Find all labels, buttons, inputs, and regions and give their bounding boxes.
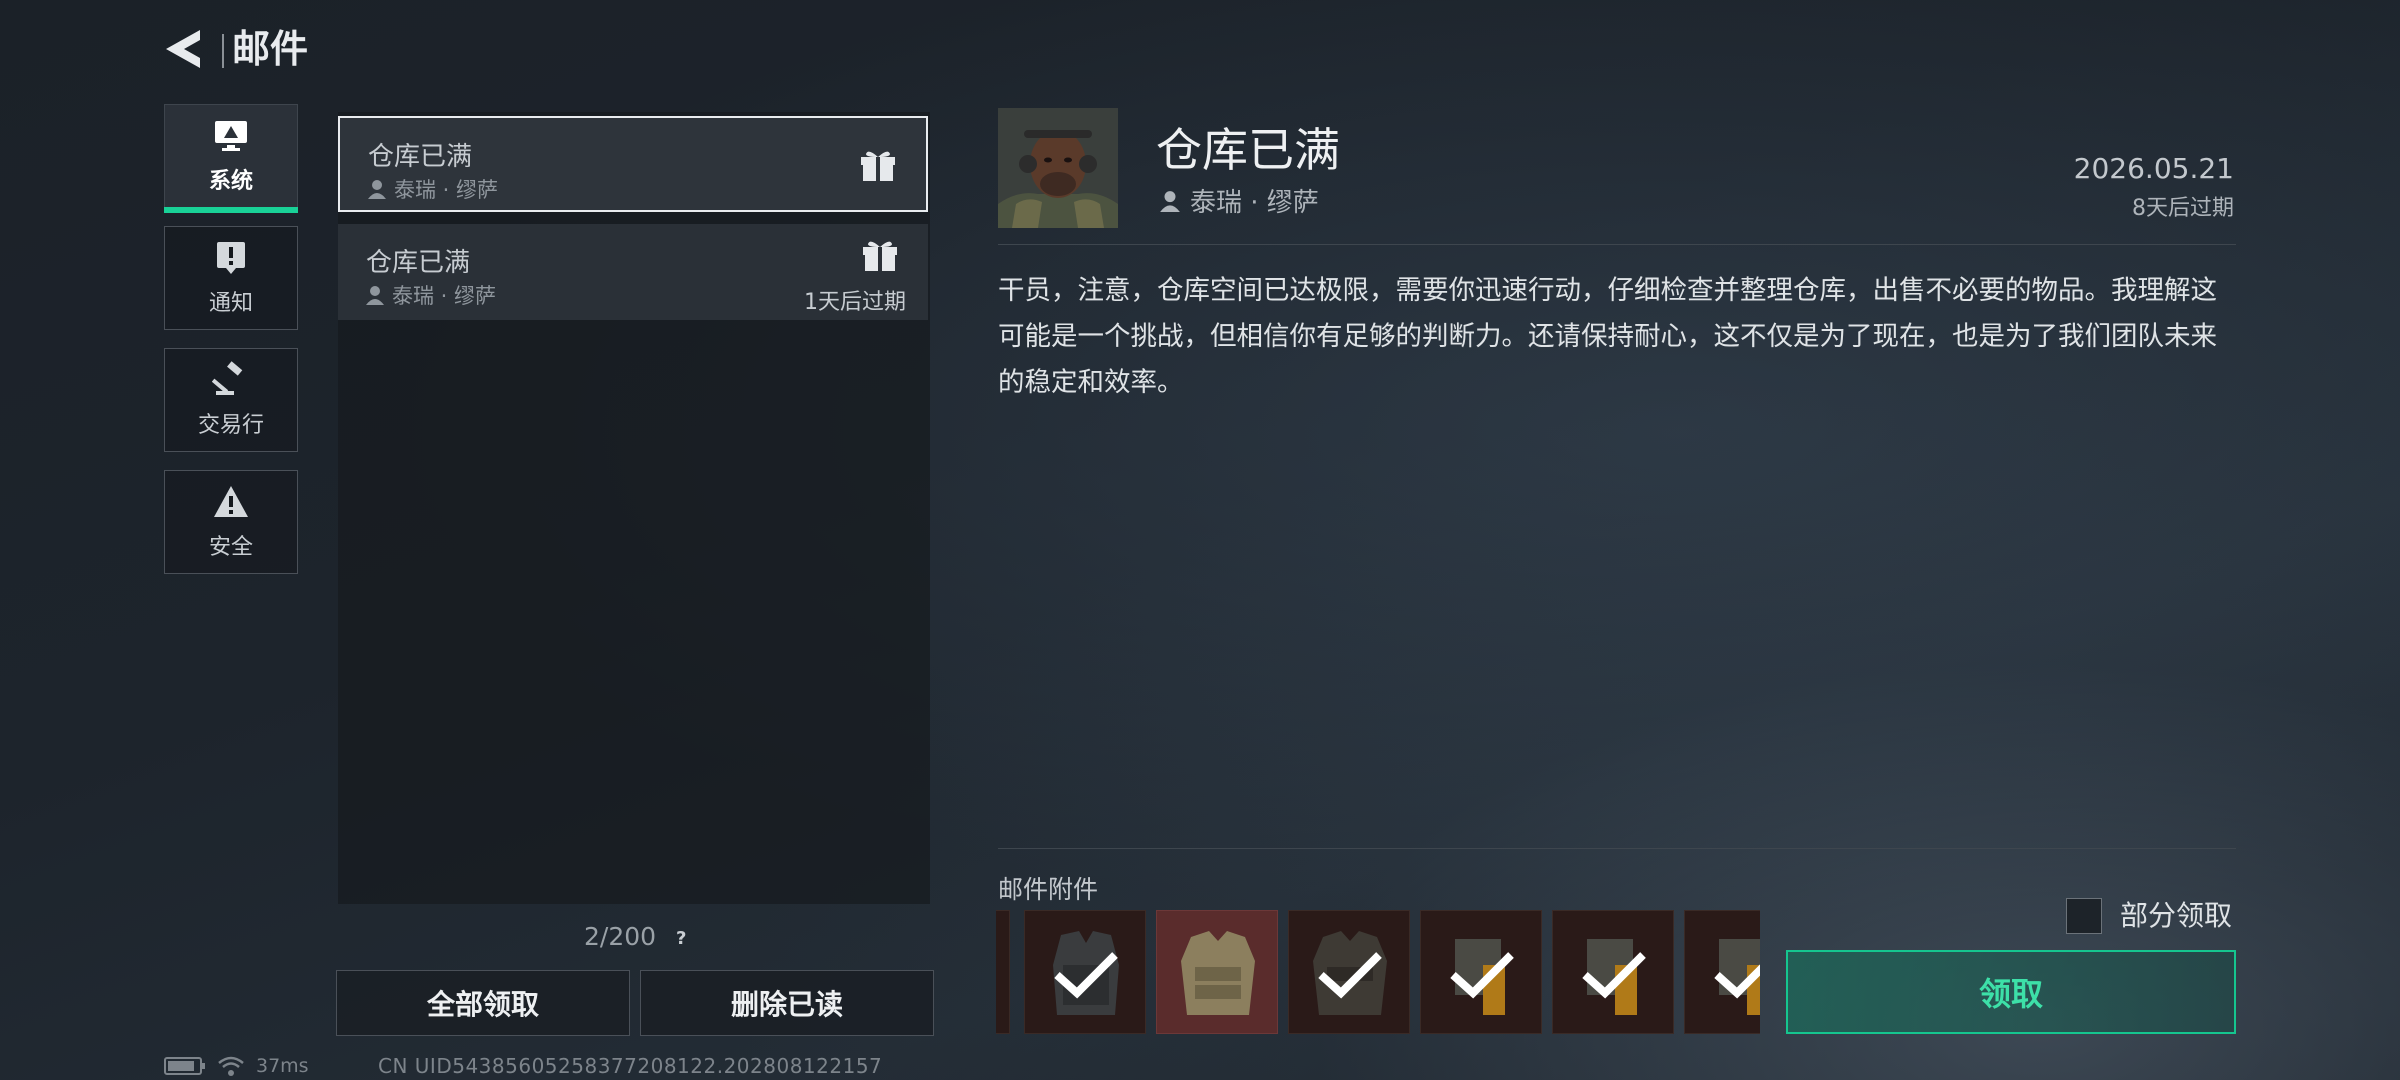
mail-item-title: 仓库已满	[368, 142, 473, 172]
person-icon	[368, 180, 386, 199]
detail-divider	[998, 244, 2236, 245]
partial-claim-label: 部分领取	[2120, 899, 2233, 932]
detail-sender-name: 泰瑞 · 缪萨	[1190, 188, 1319, 218]
mail-item-sender-name: 泰瑞 · 缪萨	[392, 284, 497, 308]
gift-icon	[863, 241, 897, 271]
detail-expiry: 8天后过期	[2132, 196, 2234, 221]
mail-list-item[interactable]: 仓库已满 泰瑞 · 缪萨	[338, 116, 928, 212]
delete-read-button[interactable]: 删除已读	[640, 970, 934, 1036]
gavel-icon	[212, 361, 243, 395]
tab-notice[interactable]: 通知	[164, 226, 298, 330]
detail-date: 2026.05.21	[2073, 152, 2234, 185]
mail-item-title: 仓库已满	[366, 248, 471, 278]
partial-claim-checkbox[interactable]	[2066, 898, 2102, 934]
attachment-slot[interactable]	[1156, 910, 1278, 1034]
tab-trading[interactable]: 交易行	[164, 348, 298, 452]
detail-sender: 泰瑞 · 缪萨	[1160, 182, 1319, 219]
armor-plate-icon	[1181, 931, 1255, 1015]
claim-button[interactable]: 领取	[1786, 950, 2236, 1034]
claim-all-button[interactable]: 全部领取	[336, 970, 630, 1036]
person-icon	[1160, 190, 1180, 212]
tab-system[interactable]: 系统	[164, 104, 298, 213]
attachment-slot[interactable]	[996, 910, 1010, 1034]
check-icon	[1054, 952, 1118, 999]
status-bar: 37ms	[164, 1052, 309, 1080]
tab-label: 安全	[208, 535, 253, 560]
warning-triangle-icon	[214, 486, 248, 517]
detail-body: 干员，注意，仓库空间已达极限，需要你迅速行动，仔细检查并整理仓库，出售不必要的物…	[998, 275, 2217, 398]
attachments-strip[interactable]	[996, 910, 1760, 1034]
gift-icon	[861, 151, 895, 181]
header-divider	[222, 34, 224, 68]
uid-text: CN UID543856052583772081​22.202808122157	[378, 1054, 883, 1078]
attachments-divider	[998, 848, 2236, 849]
wifi-icon	[218, 1056, 244, 1076]
attachments-label: 邮件附件	[998, 875, 1099, 904]
mail-item-sender-name: 泰瑞 · 缪萨	[394, 178, 499, 202]
back-button[interactable]	[160, 26, 212, 72]
attachment-slot[interactable]	[1552, 910, 1674, 1034]
tab-security[interactable]: 安全	[164, 470, 298, 574]
attachment-slot[interactable]	[1024, 910, 1146, 1034]
attachment-slot[interactable]	[1420, 910, 1542, 1034]
person-icon	[366, 286, 384, 305]
check-icon	[1318, 952, 1382, 999]
mail-count: 2/200	[584, 922, 657, 951]
monitor-icon	[215, 121, 247, 151]
exclamation-icon	[217, 242, 245, 274]
detail-title: 仓库已满	[1156, 123, 1340, 177]
tab-label: 通知	[208, 291, 253, 316]
ping-text: 37ms	[256, 1055, 309, 1077]
sender-avatar	[998, 108, 1118, 228]
mail-item-sender: 泰瑞 · 缪萨	[366, 280, 496, 310]
check-icon	[1714, 964, 1760, 999]
mail-item-expiry: 1天后过期	[804, 290, 906, 315]
help-icon[interactable]: ?	[676, 928, 686, 949]
check-icon	[1450, 952, 1514, 999]
back-arrow-icon	[166, 30, 200, 68]
attachment-slot[interactable]	[1288, 910, 1410, 1034]
mail-item-sender: 泰瑞 · 缪萨	[368, 174, 498, 204]
page-title: 邮件	[232, 27, 309, 71]
tab-label: 交易行	[197, 413, 264, 438]
check-icon	[1582, 952, 1646, 999]
attachment-slot[interactable]	[1684, 910, 1760, 1034]
battery-icon	[164, 1057, 205, 1075]
tab-label: 系统	[208, 169, 253, 194]
mail-list-item[interactable]: 仓库已满 泰瑞 · 缪萨 1天后过期	[338, 224, 928, 320]
